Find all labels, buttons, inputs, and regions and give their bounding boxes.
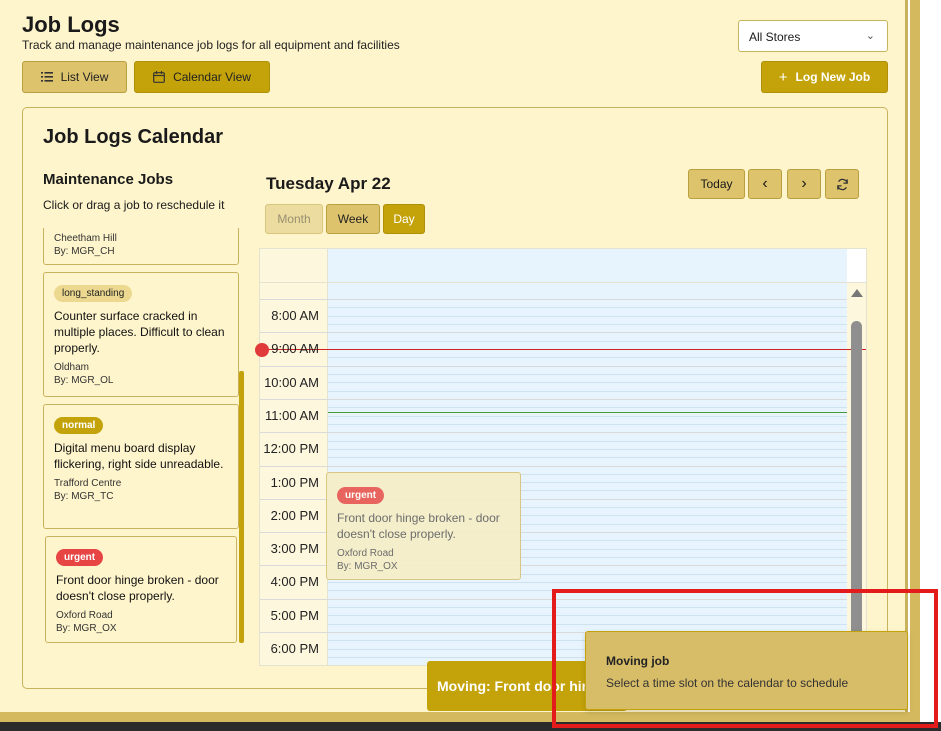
job-location: Oldham: [54, 362, 90, 373]
time-label: 12:00 PM: [263, 441, 319, 456]
week-view-button[interactable]: Week: [326, 204, 380, 234]
event-location: Oxford Road: [337, 548, 394, 559]
all-day-row[interactable]: [260, 249, 866, 283]
job-location: Oxford Road: [56, 610, 113, 621]
job-owner: By: MGR_CH: [54, 246, 115, 257]
refresh-icon: [836, 178, 849, 191]
store-select-value: All Stores: [749, 30, 801, 44]
store-select[interactable]: All Stores ⌄: [738, 20, 888, 52]
job-item[interactable]: normal Digital menu board display flicke…: [43, 404, 239, 529]
priority-badge: urgent: [56, 549, 104, 566]
time-slot-line: [328, 316, 847, 317]
plus-icon: +: [778, 68, 788, 86]
hour-line: [260, 332, 847, 333]
job-description: Counter surface cracked in multiple plac…: [54, 309, 225, 355]
chevron-down-icon: ⌄: [865, 30, 875, 42]
hour-line: [260, 299, 847, 300]
job-owner: By: MGR_OX: [56, 623, 117, 634]
page-title: Job Logs: [22, 12, 120, 37]
event-owner: By: MGR_OX: [337, 561, 398, 572]
maintenance-jobs-title: Maintenance Jobs: [43, 171, 174, 188]
job-list: Cheetham Hill By: MGR_CH long_standing C…: [43, 228, 243, 644]
job-item[interactable]: Cheetham Hill By: MGR_CH: [43, 228, 239, 265]
maintenance-jobs-hint: Click or drag a job to reschedule it: [43, 198, 225, 212]
job-description: Front door hinge broken - door doesn't c…: [56, 573, 219, 603]
time-slot-line: [328, 441, 847, 442]
day-view-button[interactable]: Day: [383, 204, 425, 234]
time-slot-line: [328, 324, 847, 325]
time-label: 11:00 AM: [265, 408, 319, 423]
drag-target-line: [263, 349, 866, 350]
next-button[interactable]: ›: [787, 169, 821, 199]
time-slot-line: [328, 341, 847, 342]
log-new-job-label: Log New Job: [795, 70, 871, 84]
priority-badge: long_standing: [54, 285, 133, 302]
event-description: Front door hinge broken - door doesn't c…: [337, 511, 500, 541]
time-slot-line: [328, 457, 847, 458]
calendar-view-button[interactable]: Calendar View: [134, 61, 270, 93]
job-owner: By: MGR_OL: [54, 375, 114, 386]
today-button[interactable]: Today: [688, 169, 745, 199]
app-frame: Job Logs Track and manage maintenance jo…: [0, 0, 941, 731]
chevron-left-icon: ‹: [762, 175, 768, 192]
time-label: 1:00 PM: [270, 475, 319, 490]
highlight-box: [552, 589, 938, 728]
time-slot-line: [328, 307, 847, 308]
job-location: Trafford Centre: [54, 478, 122, 489]
job-owner: By: MGR_TC: [54, 491, 114, 502]
time-label: 3:00 PM: [270, 541, 319, 556]
month-view-button[interactable]: Month: [265, 204, 323, 234]
hour-line: [260, 432, 847, 433]
time-slot-line: [328, 374, 847, 375]
calendar-date-heading: Tuesday Apr 22: [266, 174, 391, 193]
time-slot-line: [328, 382, 847, 383]
time-label: 8:00 AM: [271, 308, 319, 323]
hour-line: [260, 399, 847, 400]
time-label: 6:00 PM: [270, 641, 319, 656]
time-slot-line: [328, 582, 847, 583]
current-time-indicator-line: [328, 412, 847, 413]
scroll-up-arrow-icon[interactable]: [851, 289, 863, 297]
job-item[interactable]: urgent Front door hinge broken - door do…: [45, 536, 237, 643]
list-icon: [40, 72, 53, 82]
event-priority-badge: urgent: [337, 487, 385, 504]
priority-badge: normal: [54, 417, 104, 434]
calendar-event[interactable]: urgent Front door hinge broken - door do…: [326, 472, 521, 580]
time-slot-line: [328, 357, 847, 358]
chevron-right-icon: ›: [801, 175, 807, 192]
time-label: 10:00 AM: [264, 375, 319, 390]
page-subtitle: Track and manage maintenance job logs fo…: [22, 38, 400, 52]
calendar-icon: [153, 71, 165, 83]
job-location: Cheetham Hill: [54, 233, 117, 244]
time-label: 2:00 PM: [270, 508, 319, 523]
time-slot-line: [328, 391, 847, 392]
log-new-job-button[interactable]: + Log New Job: [761, 61, 888, 93]
job-description: Digital menu board display flickering, r…: [54, 441, 224, 471]
job-list-scrollbar[interactable]: [239, 371, 244, 643]
hour-line: [260, 366, 847, 367]
time-slot-line: [328, 424, 847, 425]
time-slot-line: [328, 416, 847, 417]
time-slot-line: [328, 449, 847, 450]
calendar-view-label: Calendar View: [173, 70, 251, 84]
prev-button[interactable]: ‹: [748, 169, 782, 199]
list-view-label: List View: [60, 70, 109, 84]
time-slot-line: [328, 407, 847, 408]
calendar-card-title: Job Logs Calendar: [43, 126, 224, 148]
time-label: 4:00 PM: [270, 574, 319, 589]
list-view-button[interactable]: List View: [22, 61, 127, 93]
drag-target-dot: [255, 343, 269, 357]
hour-line: [260, 466, 847, 467]
time-label: 5:00 PM: [270, 608, 319, 623]
job-item[interactable]: long_standing Counter surface cracked in…: [43, 272, 239, 397]
refresh-button[interactable]: [825, 169, 859, 199]
